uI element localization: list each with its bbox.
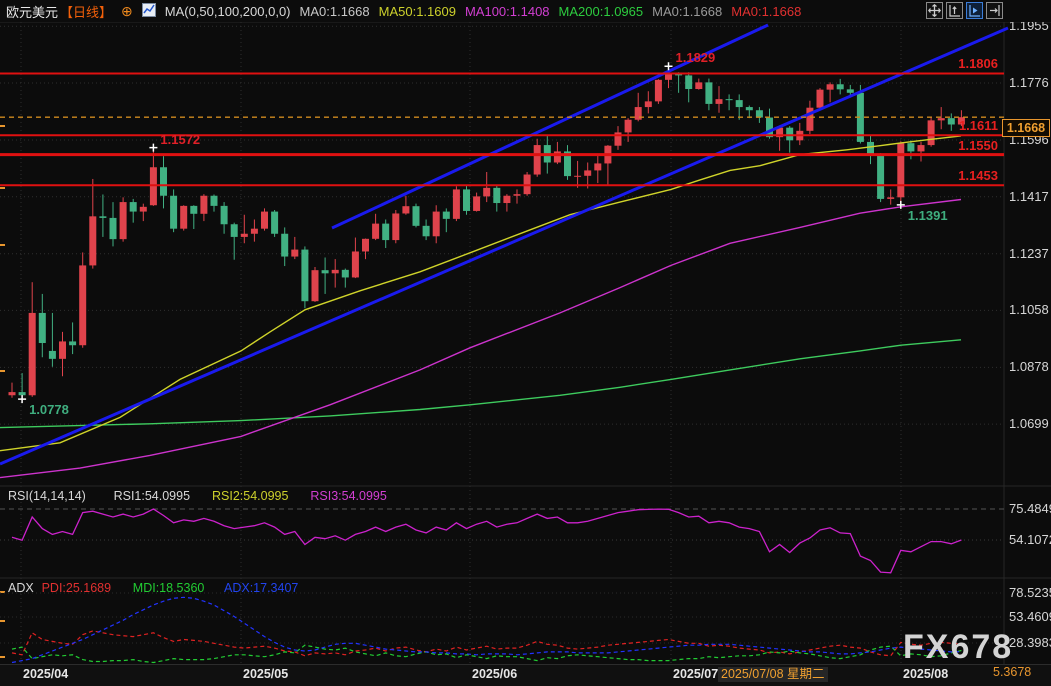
chart-canvas[interactable] bbox=[0, 0, 1051, 685]
autoscroll-button[interactable] bbox=[966, 2, 983, 19]
jump-to-latest-button[interactable] bbox=[986, 2, 1003, 19]
ma0-value-3[interactable]: MA0:1.1668 bbox=[731, 4, 801, 19]
current-price-box: 1.1668 bbox=[1002, 119, 1050, 137]
symbol-name: 欧元美元 bbox=[6, 2, 58, 21]
ma0-value[interactable]: MA0:1.1668 bbox=[300, 4, 370, 19]
watermark-logo: FX678 bbox=[903, 628, 1013, 667]
pan-button[interactable] bbox=[926, 2, 943, 19]
indicator-legend: 欧元美元【日线】 ⊕ MA(0,50,100,200,0,0) MA0:1.1668 M… bbox=[0, 2, 801, 21]
chart-type-icon[interactable] bbox=[142, 3, 156, 20]
ma200-value[interactable]: MA200:1.0965 bbox=[559, 4, 644, 19]
ma0-value-2[interactable]: MA0:1.1668 bbox=[652, 4, 722, 19]
chart-toolbar bbox=[926, 2, 1003, 19]
date-axis-bar bbox=[0, 664, 1051, 686]
add-indicator-button[interactable]: ⊕ bbox=[121, 3, 133, 20]
axis-scale-button[interactable] bbox=[946, 2, 963, 19]
top-bar: 欧元美元【日线】 ⊕ MA(0,50,100,200,0,0) MA0:1.1668 M… bbox=[0, 0, 1051, 22]
ma-formula-label: MA(0,50,100,200,0,0) bbox=[165, 4, 291, 19]
ma50-value[interactable]: MA50:1.1609 bbox=[379, 4, 456, 19]
timeframe-label[interactable]: 【日线】 bbox=[60, 2, 112, 21]
ma100-value[interactable]: MA100:1.1408 bbox=[465, 4, 550, 19]
